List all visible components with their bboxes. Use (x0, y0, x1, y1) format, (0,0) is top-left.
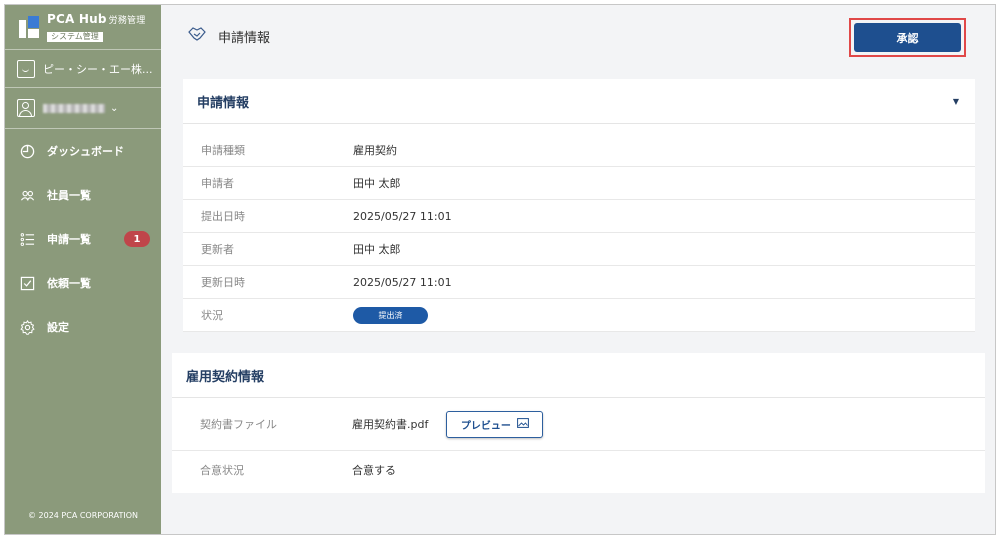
copyright: © 2024 PCA CORPORATION (27, 511, 139, 520)
clock-pie-icon (19, 143, 35, 159)
row-value: 合意する (352, 463, 396, 477)
chevron-down-icon: ⌄ (110, 102, 119, 114)
user-name-blurred (43, 103, 105, 113)
info-row-status: 状況 提出済 (183, 299, 975, 332)
contract-info-card: 雇用契約情報 契約書ファイル 雇用契約書.pdf プレビュー 合意状況 合意する (172, 353, 985, 493)
list-icon (19, 231, 35, 247)
info-row-applicant: 申請者 田中 太郎 (183, 167, 975, 200)
sidebar-nav: ダッシュボード 社員一覧 申請一覧 1 依頼一覧 設定 (5, 129, 161, 349)
row-value: 2025/05/27 11:01 (353, 275, 452, 289)
app-window: PCA Hub 労務管理 システム管理 ピー・シー・エー株... ⌄ ダッシュボー… (4, 4, 996, 535)
row-label: 更新者 (201, 243, 234, 256)
row-label: 申請者 (201, 177, 234, 190)
sidebar-item-settings[interactable]: 設定 (5, 305, 161, 349)
row-value: 田中 太郎 (353, 243, 401, 256)
logo-badge: システム管理 (47, 31, 103, 42)
user-icon (17, 99, 35, 117)
application-info-card: 申請情報 ▼ 申請種類 雇用契約 申請者 田中 太郎 提出日時 2025/05/… (183, 79, 975, 332)
row-label: 更新日時 (201, 276, 245, 289)
company-selector[interactable]: ピー・シー・エー株... (5, 50, 161, 87)
contract-file-name: 雇用契約書.pdf (352, 418, 429, 431)
row-label: 契約書ファイル (200, 418, 277, 431)
info-row-updated-at: 更新日時 2025/05/27 11:01 (183, 266, 975, 299)
section-title: 雇用契約情報 (186, 369, 265, 385)
company-name: ピー・シー・エー株... (43, 62, 153, 76)
company-smile-icon (17, 59, 35, 78)
info-row-type: 申請種類 雇用契約 (183, 134, 975, 167)
application-info-header[interactable]: 申請情報 ▼ (183, 79, 975, 124)
preview-label: プレビュー (460, 420, 511, 432)
sidebar-item-label: 依頼一覧 (47, 277, 91, 290)
contract-info-header: 雇用契約情報 (172, 353, 985, 398)
handshake-icon (188, 26, 206, 46)
row-label: 状況 (201, 309, 223, 322)
checkbox-icon (19, 275, 35, 291)
row-label: 合意状況 (200, 463, 244, 477)
user-menu[interactable]: ⌄ (5, 88, 161, 128)
contract-file-row: 契約書ファイル 雇用契約書.pdf プレビュー (172, 398, 985, 451)
sidebar-item-employees[interactable]: 社員一覧 (5, 173, 161, 217)
section-title: 申請情報 (197, 95, 250, 111)
agreement-row: 合意状況 合意する (172, 451, 985, 488)
gear-icon (19, 319, 35, 335)
image-icon (516, 417, 529, 431)
sidebar-item-label: 申請一覧 (47, 233, 91, 246)
logo-title: PCA Hub (47, 11, 107, 26)
sidebar-item-label: ダッシュボード (47, 145, 124, 158)
sidebar-item-requests[interactable]: 依頼一覧 (5, 261, 161, 305)
row-value: 田中 太郎 (353, 177, 401, 190)
row-label: 提出日時 (201, 210, 245, 223)
main-content: 申請情報 承認 申請情報 ▼ 申請種類 雇用契約 申請者 田中 太郎 提出日時 (161, 5, 995, 534)
app-logo[interactable]: PCA Hub 労務管理 システム管理 (5, 5, 161, 49)
preview-button[interactable]: プレビュー (446, 410, 544, 438)
sidebar-item-applications[interactable]: 申請一覧 1 (5, 217, 161, 261)
pending-count-badge: 1 (124, 231, 150, 247)
page-title: 申請情報 (218, 30, 271, 46)
sidebar-item-label: 社員一覧 (47, 189, 91, 202)
pca-logo-icon (19, 16, 39, 38)
people-icon (19, 187, 35, 203)
logo-subtitle: 労務管理 (108, 15, 146, 26)
approve-button[interactable]: 承認 (854, 23, 961, 52)
info-row-updater: 更新者 田中 太郎 (183, 233, 975, 266)
caret-down-icon[interactable]: ▼ (953, 97, 959, 106)
sidebar: PCA Hub 労務管理 システム管理 ピー・シー・エー株... ⌄ ダッシュボー… (5, 5, 161, 534)
sidebar-item-dashboard[interactable]: ダッシュボード (5, 129, 161, 173)
status-badge: 提出済 (353, 306, 428, 324)
row-value: 2025/05/27 11:01 (353, 209, 452, 223)
row-label: 申請種類 (201, 144, 245, 157)
row-value: 雇用契約 (353, 144, 397, 157)
info-row-submitted-at: 提出日時 2025/05/27 11:01 (183, 200, 975, 233)
sidebar-item-label: 設定 (47, 321, 69, 334)
